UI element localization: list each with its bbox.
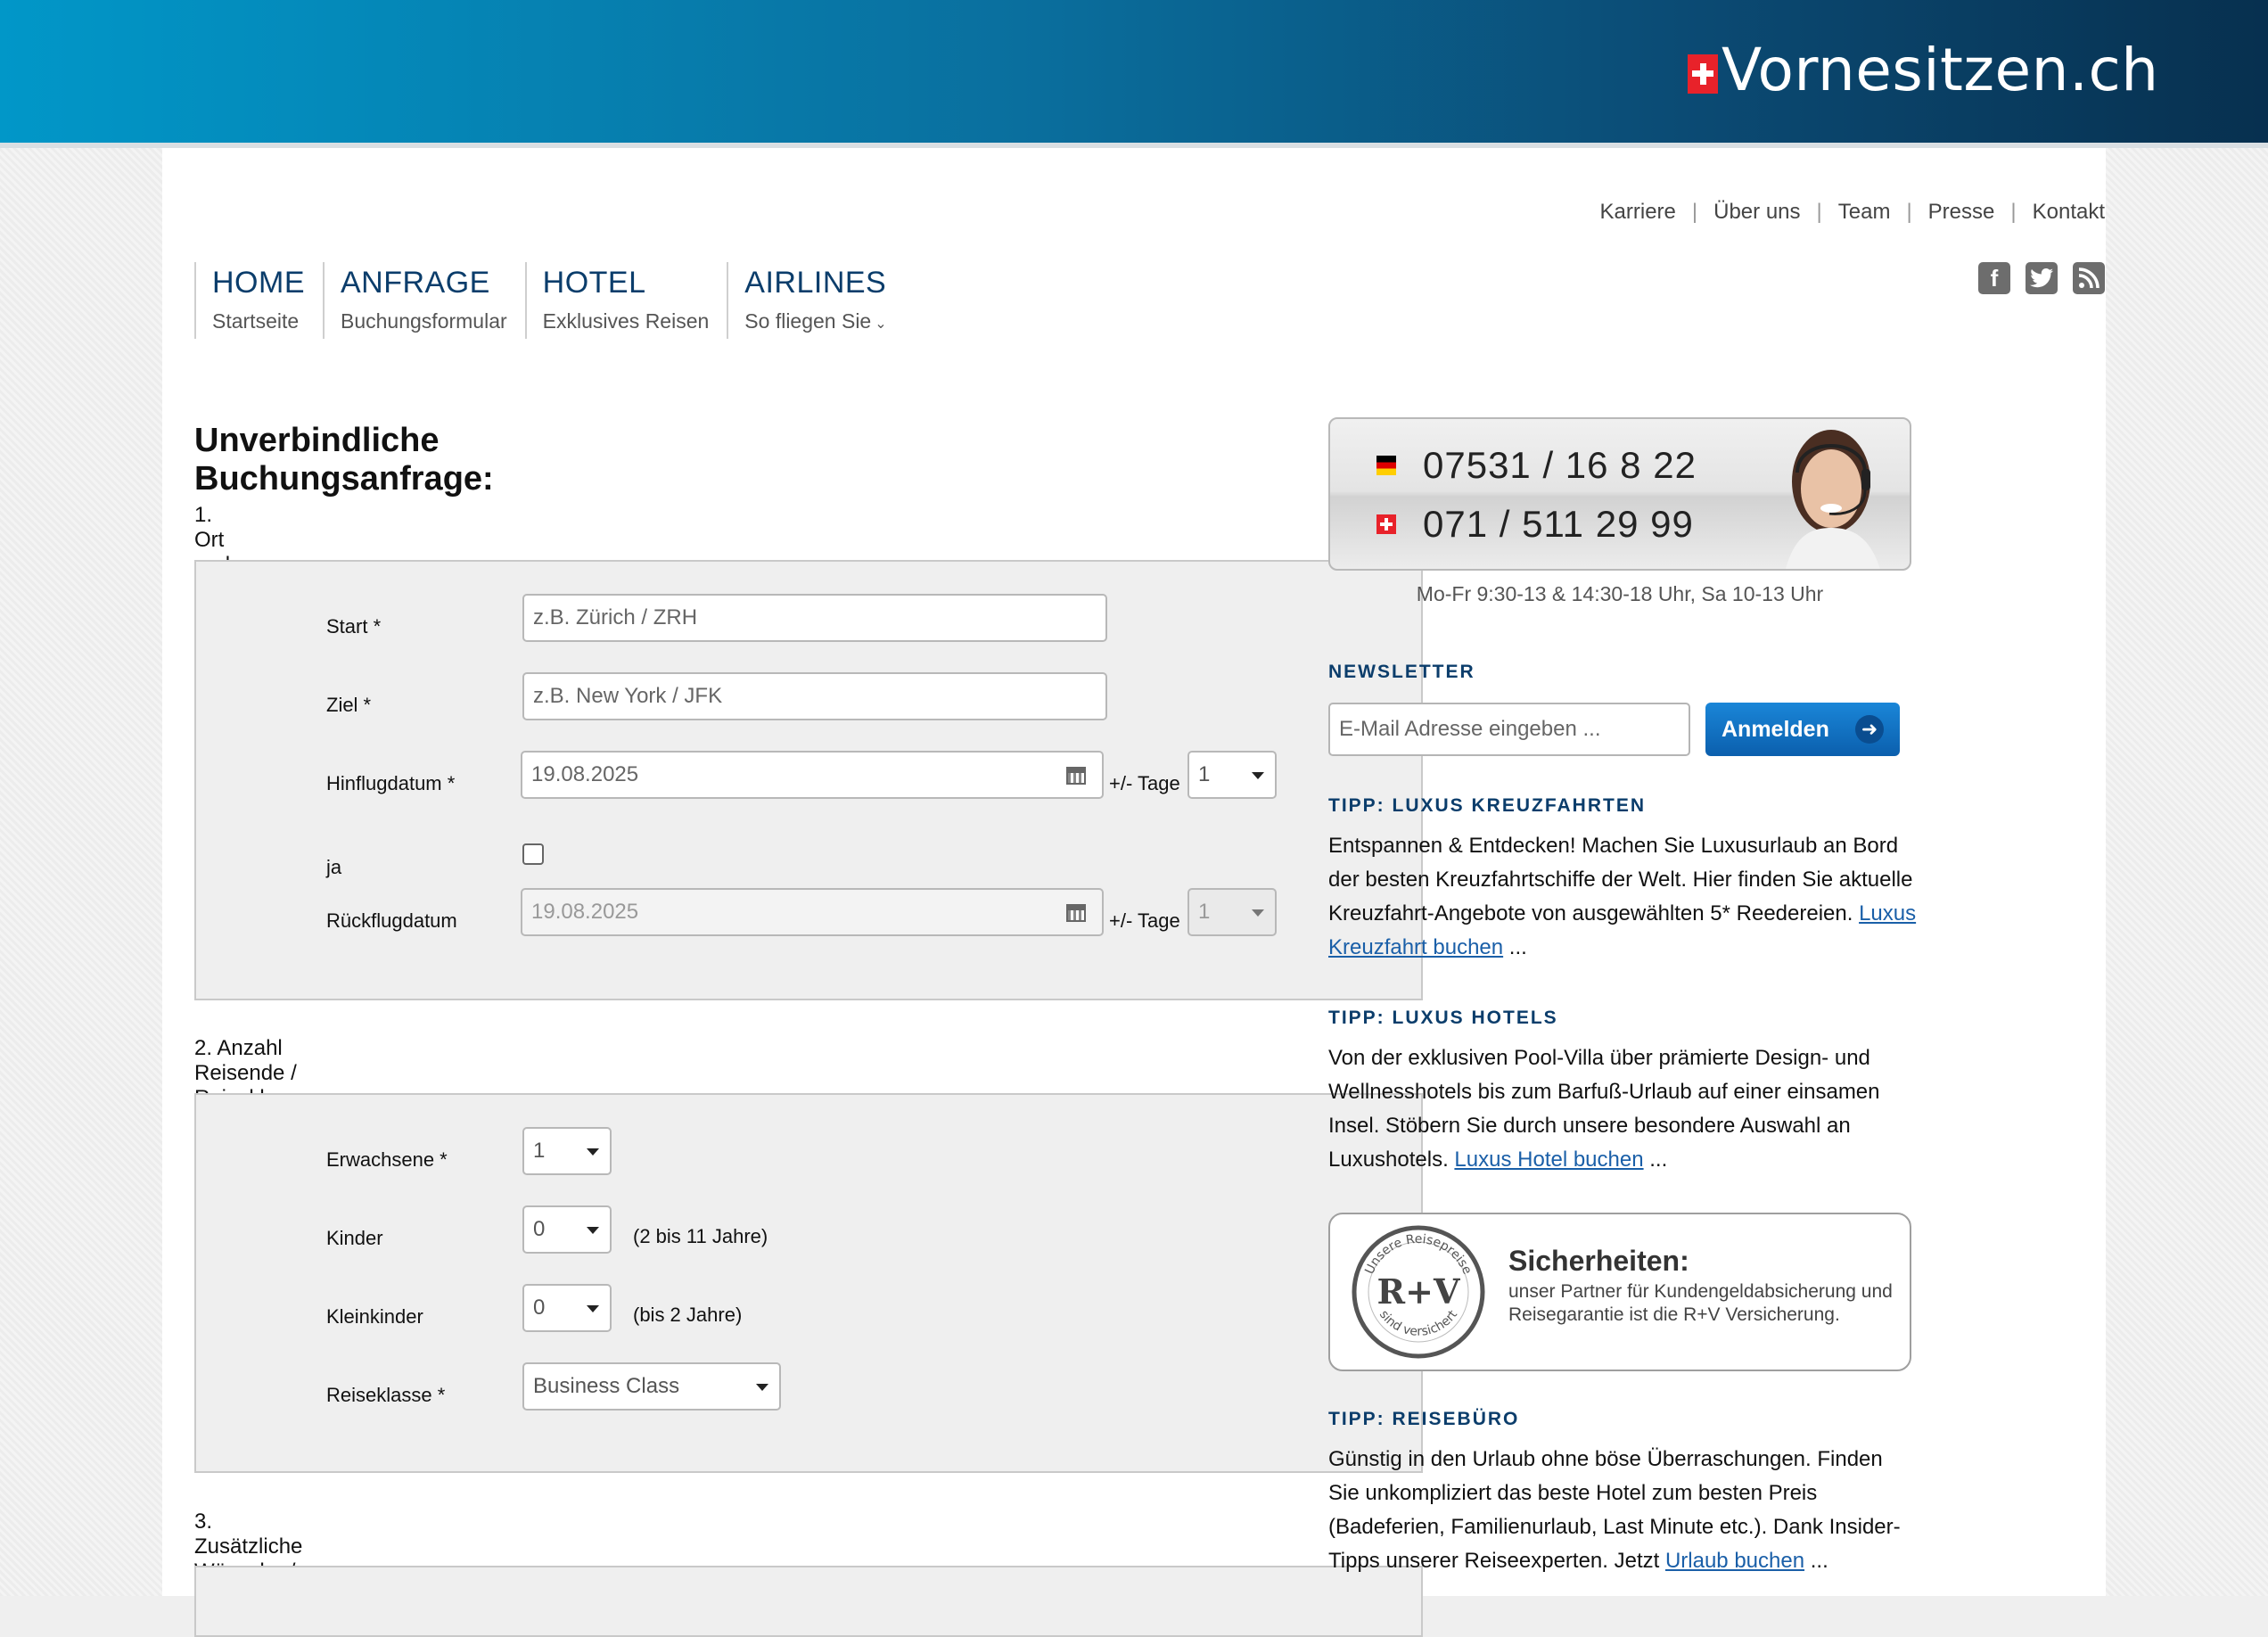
agent-photo [1786,430,1880,569]
security-title: Sicherheiten: [1508,1245,1689,1277]
tipp-hotels-title: TIPP: LUXUS HOTELS [1328,1008,1558,1028]
hinflug-tage-select[interactable]: 1 [1187,751,1277,799]
facebook-icon[interactable]: f [1978,262,2010,294]
toplink-presse[interactable]: Presse [1928,200,1995,225]
newsletter-title: NEWSLETTER [1328,662,1475,682]
page-title: Unverbindliche Buchungsanfrage: [194,422,494,498]
tipp-reisebuero-text: Günstig in den Urlaub ohne böse Überrasc… [1328,1447,1901,1573]
tipp-reisebuero-title: TIPP: REISEBÜRO [1328,1409,1520,1429]
rueckflug-checkbox[interactable] [522,843,544,865]
ja-label: ja [326,856,342,878]
start-input[interactable]: z.B. Zürich / ZRH [522,594,1107,642]
nav-anfrage[interactable]: ANFRAGE Buchungsformular [323,262,525,339]
arrow-right-icon: ➜ [1855,715,1884,744]
section-ort-zeit-box: Start * z.B. Zürich / ZRH Ziel * z.B. Ne… [194,560,1423,1000]
nav-home-title: HOME [212,266,305,300]
erwachsene-select[interactable]: 1 [522,1127,612,1175]
newsletter-email-input[interactable]: E-Mail Adresse eingeben ... [1328,703,1690,756]
luxus-hotel-link[interactable]: Luxus Hotel buchen [1454,1148,1643,1172]
reiseklasse-select[interactable]: Business Class [522,1362,781,1411]
nav-home-sub: Startseite [212,309,300,333]
site-header: Vornesitzen.ch [0,0,2268,148]
rueckflug-label: Rückflugdatum [326,909,457,932]
kinder-hint: (2 bis 11 Jahre) [633,1225,768,1247]
tipp-hotels-text: Von der exklusiven Pool-Villa über prämi… [1328,1046,1880,1172]
section-wuensche-box [194,1566,1423,1637]
logo-text: Vornesitzen.ch [1722,36,2159,104]
toplink-team[interactable]: Team [1838,200,1891,225]
security-box[interactable]: Unsere Reisepreise R+V sind versichert S… [1328,1213,1911,1371]
seal-mid-text: R+V [1377,1271,1461,1312]
nav-airlines[interactable]: AIRLINES So fliegen Sie ⌄ [727,262,904,339]
nav-anfrage-title: ANFRAGE [341,266,490,300]
rueckflug-tage-label: +/- Tage [1109,909,1180,932]
toplink-karriere[interactable]: Karriere [1600,200,1676,225]
erwachsene-label: Erwachsene * [326,1148,448,1171]
rueckflug-tage-select[interactable]: 1 [1187,888,1277,936]
tipp-kreuzfahrten-title: TIPP: LUXUS KREUZFAHRTEN [1328,795,1647,816]
social-links: f [1978,262,2105,294]
kleinkinder-select[interactable]: 0 [522,1284,612,1332]
opening-hours: Mo-Fr 9:30-13 & 14:30-18 Uhr, Sa 10-13 U… [1416,582,1824,605]
nav-home[interactable]: HOME Startseite [194,262,323,339]
calendar-icon[interactable] [1066,904,1086,922]
reiseklasse-label: Reiseklasse * [326,1384,446,1406]
phone-de[interactable]: 07531 / 16 8 22 [1423,444,1697,487]
flag-ch-icon [1376,514,1396,534]
urlaub-buchen-link[interactable]: Urlaub buchen [1665,1549,1804,1573]
hinflug-tage-label: +/- Tage [1109,772,1180,794]
newsletter-submit-button[interactable]: Anmelden ➜ [1705,703,1900,756]
nav-anfrage-sub: Buchungsformular [341,309,507,333]
rueckflug-date-value: 19.08.2025 [531,900,639,924]
phone-de-row: 07531 / 16 8 22 [1376,444,1697,487]
nav-airlines-sub: So fliegen Sie ⌄ [744,309,887,333]
rv-seal-icon: Unsere Reisepreise R+V sind versichert [1352,1225,1485,1359]
kinder-label: Kinder [326,1227,383,1249]
nav-airlines-title: AIRLINES [744,266,887,300]
ziel-label: Ziel * [326,694,372,716]
tipp-kreuzfahrten-text: Entspannen & Entdecken! Machen Sie Luxus… [1328,834,1917,959]
hinflug-date-input[interactable]: 19.08.2025 [521,751,1104,799]
main-nav: HOME Startseite ANFRAGE Buchungsformular… [194,262,905,339]
toplink-ueber-uns[interactable]: Über uns [1713,200,1800,225]
twitter-icon[interactable] [2026,262,2058,294]
phone-box: 07531 / 16 8 22 071 / 511 29 99 [1328,417,1911,571]
rss-icon[interactable] [2073,262,2105,294]
toplink-kontakt[interactable]: Kontakt [2033,200,2105,225]
flag-de-icon [1376,456,1396,475]
kleinkinder-hint: (bis 2 Jahre) [633,1304,743,1326]
section-reisende-box: Erwachsene * 1 Kinder 0 (2 bis 11 Jahre)… [194,1093,1423,1473]
site-logo[interactable]: Vornesitzen.ch [1688,36,2159,104]
phone-ch-row: 071 / 511 29 99 [1376,503,1694,546]
hinflug-date-value: 19.08.2025 [531,762,639,786]
nav-hotel-sub: Exklusives Reisen [542,309,710,333]
hinflug-label: Hinflugdatum * [326,772,456,794]
nav-hotel[interactable]: HOTEL Exklusives Reisen [524,262,727,339]
calendar-icon[interactable] [1066,767,1086,785]
nav-hotel-title: HOTEL [542,266,646,300]
kinder-select[interactable]: 0 [522,1205,612,1254]
phone-ch[interactable]: 071 / 511 29 99 [1423,503,1694,546]
security-text: unser Partner für Kundengeldabsicherung … [1508,1281,1893,1325]
newsletter-button-label: Anmelden [1722,716,1829,742]
kleinkinder-label: Kleinkinder [326,1305,423,1328]
rueckflug-date-input[interactable]: 19.08.2025 [521,888,1104,936]
swiss-flag-icon [1688,53,1718,94]
ziel-input[interactable]: z.B. New York / JFK [522,672,1107,720]
start-label: Start * [326,615,382,638]
chevron-down-icon: ⌄ [875,317,887,332]
top-links: Karriere | Über uns | Team | Presse | Kontak… [1599,200,2105,225]
